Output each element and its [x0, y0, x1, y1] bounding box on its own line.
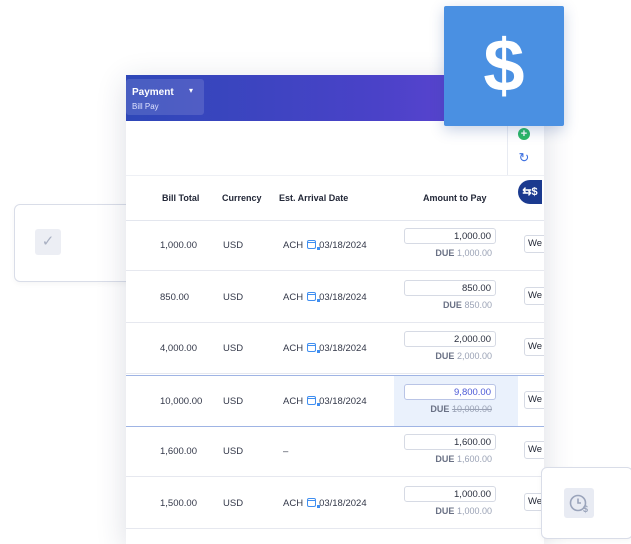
- due-label: DUE: [435, 454, 455, 464]
- due-value: 1,600.00: [456, 454, 492, 464]
- due-label: DUE: [435, 248, 455, 258]
- due-amount: DUE 2,000.00: [404, 351, 496, 361]
- bill-total-cell: 1,600.00: [160, 446, 197, 457]
- table-row[interactable]: 1,000.00 USD ACH 03/18/2024 1,000.00 DUE 1,00…: [126, 220, 544, 271]
- amount-to-pay-input[interactable]: 1,000.00: [404, 485, 496, 502]
- arrival-cell: ACH 03/18/2024: [283, 291, 367, 303]
- currency-cell: USD: [223, 497, 244, 509]
- arrival-cell: ACH 03/18/2024: [283, 497, 367, 509]
- tab-payment[interactable]: Payment ▾ Bill Pay: [126, 79, 204, 115]
- amount-to-pay-input[interactable]: 1,000.00: [404, 228, 496, 244]
- table-row[interactable]: 1,600.00 USD –1,600.00 DUE 1,600.00 We: [126, 426, 544, 477]
- clock-dollar-icon: $: [564, 488, 594, 518]
- table-row[interactable]: 850.00 USD ACH 03/18/2024 850.00 DUE 850.00 We: [126, 272, 544, 323]
- column-header-amount-to-pay[interactable]: Amount to Pay: [423, 193, 487, 203]
- due-amount: DUE 850.00: [404, 300, 496, 310]
- bill-total-cell: 1,500.00: [160, 497, 197, 509]
- calendar-icon: [307, 343, 321, 353]
- plus-circle-icon[interactable]: +: [518, 128, 530, 140]
- due-label: DUE: [430, 403, 450, 414]
- table-row[interactable]: 1,500.00 USD ACH 03/18/2024 1,000.00 DUE 1,00…: [126, 478, 544, 529]
- arrival-date: 03/18/2024: [319, 395, 367, 407]
- table-row[interactable]: 10,000.00 USD ACH 03/18/2024 9,800.00 DUE 10,…: [126, 374, 544, 427]
- calendar-icon: [307, 395, 321, 406]
- currency-cell: USD: [223, 395, 244, 407]
- bill-total-cell: 850.00: [160, 291, 190, 303]
- due-amount: DUE 1,000.00: [404, 248, 496, 258]
- payment-method-select[interactable]: We: [524, 390, 544, 409]
- due-label: DUE: [435, 351, 455, 361]
- column-header-currency[interactable]: Currency: [222, 193, 262, 203]
- refresh-icon[interactable]: ↻: [517, 151, 531, 165]
- dollar-icon: $: [483, 24, 525, 107]
- payment-method-select[interactable]: We: [524, 286, 544, 305]
- due-value: 1,000.00: [456, 248, 492, 258]
- payment-method-select[interactable]: We: [524, 338, 544, 356]
- payment-method-label: –: [283, 446, 289, 457]
- payment-method-select[interactable]: We: [524, 235, 544, 253]
- due-amount: DUE 10,000.00: [404, 404, 496, 414]
- toolbar-divider: [507, 121, 508, 175]
- amount-to-pay-input[interactable]: 850.00: [404, 279, 496, 296]
- due-value: 1,000.00: [456, 505, 492, 516]
- currency-cell: USD: [223, 240, 244, 251]
- arrival-cell: ACH 03/18/2024: [283, 395, 367, 407]
- due-label: DUE: [442, 299, 462, 310]
- table-row[interactable]: 4,000.00 USD ACH 03/18/2024 2,000.00 DUE 2,00…: [126, 323, 544, 374]
- amount-to-pay-input[interactable]: 2,000.00: [404, 331, 496, 347]
- arrival-cell: –: [283, 446, 288, 457]
- bill-total-cell: 1,000.00: [160, 240, 197, 251]
- chevron-down-icon: ▾: [189, 86, 194, 95]
- amount-to-pay-input[interactable]: 1,600.00: [404, 434, 496, 450]
- currency-cell: USD: [223, 446, 244, 457]
- due-label: DUE: [435, 505, 455, 516]
- currency-cell: USD: [223, 343, 244, 354]
- payment-method-label: ACH: [283, 343, 304, 354]
- verification-card: ✓: [14, 204, 134, 282]
- currency-cell: USD: [223, 291, 244, 303]
- due-value: 850.00: [464, 299, 492, 310]
- calendar-icon: [307, 291, 321, 302]
- arrival-date: 03/18/2024: [319, 291, 367, 303]
- amount-to-pay-input[interactable]: 9,800.00: [404, 383, 496, 400]
- dollar-tile: $: [444, 6, 564, 126]
- payment-method-label: ACH: [283, 291, 304, 303]
- due-amount: DUE 1,600.00: [404, 454, 496, 464]
- money-flow-icon[interactable]: ⇆$: [518, 180, 542, 204]
- tab-payment-subtitle: Bill Pay: [132, 102, 159, 111]
- payment-method-label: ACH: [283, 240, 304, 251]
- column-header-bill-total[interactable]: Bill Total: [162, 193, 199, 203]
- calendar-icon: [307, 240, 321, 250]
- arrival-cell: ACH 03/18/2024: [283, 343, 367, 354]
- arrival-date: 03/18/2024: [319, 497, 367, 509]
- calendar-icon: [307, 497, 321, 508]
- svg-text:$: $: [583, 504, 588, 514]
- tab-payment-label: Payment: [132, 87, 174, 98]
- checkmark-icon: ✓: [35, 229, 61, 255]
- bill-pay-panel: Payment ▾ Bill Pay + ↻ Bill Total Curren…: [126, 75, 544, 544]
- arrival-date: 03/18/2024: [319, 343, 367, 354]
- table-header: Bill Total Currency Est. Arrival Date Am…: [126, 175, 544, 221]
- arrival-cell: ACH 03/18/2024: [283, 240, 367, 251]
- payment-method-select[interactable]: We: [524, 441, 544, 459]
- due-value: 10,000.00: [451, 403, 492, 414]
- arrival-date: 03/18/2024: [319, 240, 367, 251]
- due-amount: DUE 1,000.00: [404, 506, 496, 516]
- payment-method-label: ACH: [283, 395, 304, 407]
- schedule-card: $: [541, 467, 631, 539]
- bill-total-cell: 10,000.00: [160, 395, 203, 407]
- payment-method-label: ACH: [283, 497, 304, 509]
- bill-total-cell: 4,000.00: [160, 343, 197, 354]
- column-header-arrival-date[interactable]: Est. Arrival Date: [279, 193, 348, 203]
- due-value: 2,000.00: [456, 351, 492, 361]
